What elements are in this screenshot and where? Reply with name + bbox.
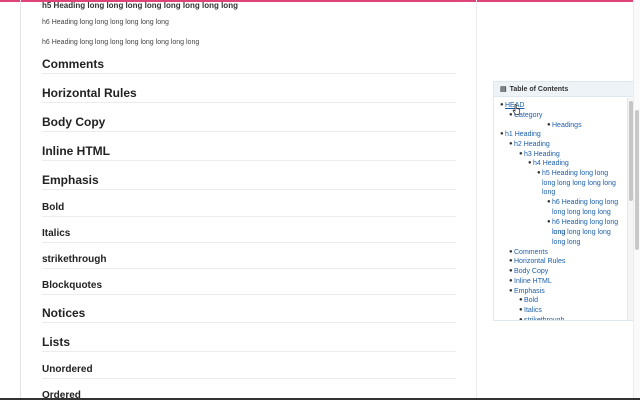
toc-item-headings[interactable]: ● Headings bbox=[547, 121, 582, 131]
section-strikethrough: strikethrough bbox=[42, 254, 456, 269]
section-emphasis: Emphasis bbox=[42, 173, 456, 190]
section-inline-html: Inline HTML bbox=[42, 144, 456, 161]
section-horizontal-rules: Horizontal Rules bbox=[42, 86, 456, 103]
section-lists: Lists bbox=[42, 335, 456, 352]
section-notices: Notices bbox=[42, 306, 456, 323]
section-blockquotes: Blockquotes bbox=[42, 280, 456, 295]
content-divider bbox=[476, 0, 477, 400]
toc-item-h5[interactable]: ● h5 Heading long long bbox=[537, 169, 608, 179]
toc-item-h6b-cont1[interactable]: long long long long bbox=[552, 228, 611, 238]
toc-item-h2[interactable]: ● h2 Heading bbox=[509, 140, 550, 150]
list-icon: ▤ bbox=[500, 85, 507, 93]
section-bold: Bold bbox=[42, 202, 456, 217]
toc-item-h6a[interactable]: ● h6 Heading long long bbox=[547, 198, 618, 208]
toc-item-horizontal-rules[interactable]: ● Horizontal Rules bbox=[509, 257, 565, 267]
page-scroll-thumb[interactable] bbox=[635, 110, 639, 250]
left-border bbox=[20, 0, 21, 400]
toc-title: Table of Contents bbox=[509, 85, 569, 93]
toc-item-h6a-cont[interactable]: long long long long bbox=[552, 208, 611, 218]
h6-heading-first: h6 Heading long long long long long long bbox=[42, 19, 169, 26]
section-unordered: Unordered bbox=[42, 364, 456, 379]
table-of-contents: ▤ Table of Contents ●HEAD ●Category ●Hea… bbox=[493, 81, 634, 321]
page: h5 Heading long long long long long long… bbox=[0, 0, 640, 400]
toc-item-h4[interactable]: ● h4 Heading bbox=[528, 159, 569, 169]
toc-item-h6b-cont2[interactable]: long long bbox=[552, 238, 580, 248]
section-italics: Italics bbox=[42, 228, 456, 243]
page-scrollbar[interactable] bbox=[633, 0, 640, 400]
toc-item-strikethrough[interactable]: ● strikethrough bbox=[519, 316, 564, 320]
toc-list: ●HEAD ●Category ●Headings ●h1 Heading ●h… bbox=[494, 98, 627, 320]
section-comments: Comments bbox=[42, 57, 456, 74]
toc-item-h5-cont2[interactable]: long bbox=[542, 188, 555, 198]
toc-header: ▤ Table of Contents bbox=[494, 82, 633, 97]
toc-item-bold[interactable]: ● Bold bbox=[519, 296, 538, 306]
pointer-cursor-icon bbox=[512, 104, 521, 115]
h5-heading: h5 Heading long long long long long long… bbox=[42, 1, 238, 10]
h6-heading-second: h6 Heading long long long long long long… bbox=[42, 39, 200, 46]
toc-item-body-copy[interactable]: ● Body Copy bbox=[509, 267, 548, 277]
toc-item-inline-html[interactable]: ● Inline HTML bbox=[509, 277, 552, 287]
toc-item-h1[interactable]: ● h1 Heading bbox=[500, 130, 541, 140]
toc-item-italics[interactable]: ● Italics bbox=[519, 306, 542, 316]
section-body-copy: Body Copy bbox=[42, 115, 456, 132]
